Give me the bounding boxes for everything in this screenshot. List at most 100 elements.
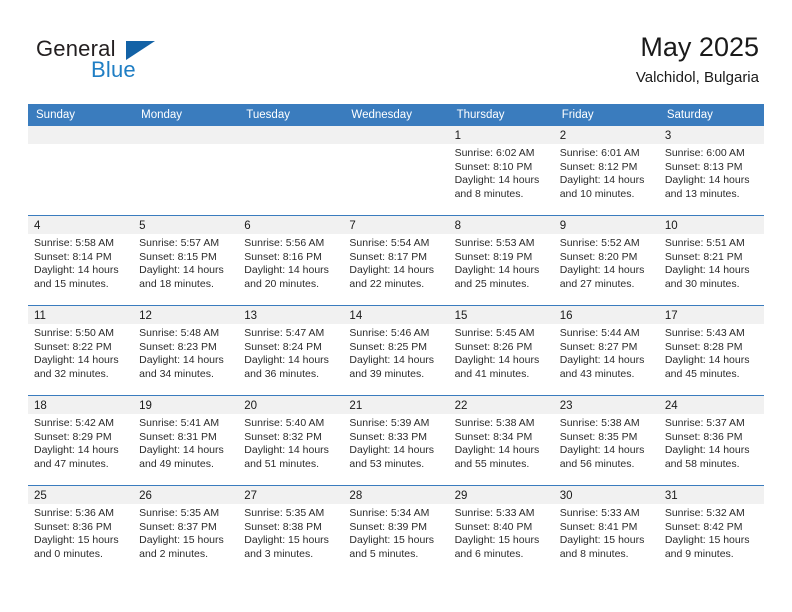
day-number: 3 xyxy=(664,130,672,142)
day-number: 19 xyxy=(139,400,152,412)
day-cell[interactable]: 13 Sunrise: 5:47 AM Sunset: 8:24 PM Dayligh… xyxy=(238,306,344,395)
day-cell[interactable]: 16 Sunrise: 5:44 AM Sunset: 8:27 PM Dayligh… xyxy=(553,306,659,395)
day-number-band: 5 xyxy=(133,216,239,234)
day-cell[interactable]: 20 Sunrise: 5:40 AM Sunset: 8:32 PM Dayligh… xyxy=(238,396,344,485)
day-details: Sunrise: 5:40 AM Sunset: 8:32 PM Daylight:… xyxy=(238,414,343,471)
day-cell[interactable]: 15 Sunrise: 5:45 AM Sunset: 8:26 PM Dayligh… xyxy=(448,306,554,395)
daylight-line: Daylight: 14 hours xyxy=(349,264,435,277)
sunrise-line: Sunrise: 5:35 AM xyxy=(244,507,325,519)
daylight-line: Daylight: 14 hours xyxy=(664,354,750,367)
day-cell[interactable]: 9 Sunrise: 5:52 AM Sunset: 8:20 PM Daylight… xyxy=(553,216,659,305)
daylight-line: Daylight: 14 hours xyxy=(34,354,119,367)
day-details: Sunrise: 5:53 AM Sunset: 8:19 PM Daylight:… xyxy=(449,234,554,291)
day-number: 30 xyxy=(559,490,573,502)
day-details: Sunrise: 5:57 AM Sunset: 8:15 PM Daylight:… xyxy=(133,234,238,291)
daylight-line-cont: and 51 minutes. xyxy=(244,457,319,470)
day-cell-empty xyxy=(238,126,344,215)
day-number: 15 xyxy=(454,310,468,322)
day-details: Sunrise: 5:36 AM Sunset: 8:36 PM Daylight:… xyxy=(28,504,133,561)
daylight-line: Daylight: 14 hours xyxy=(244,264,329,277)
daylight-line-cont: and 41 minutes. xyxy=(454,367,530,380)
day-cell[interactable]: 29 Sunrise: 5:33 AM Sunset: 8:40 PM Dayligh… xyxy=(448,486,554,575)
daylight-line: Daylight: 14 hours xyxy=(139,444,224,457)
daylight-line: Daylight: 14 hours xyxy=(349,354,435,367)
sunrise-line: Sunrise: 5:43 AM xyxy=(664,327,745,339)
sunrise-line: Sunrise: 5:45 AM xyxy=(454,327,535,339)
day-number-band: 22 xyxy=(448,396,554,414)
day-cell[interactable]: 22 Sunrise: 5:38 AM Sunset: 8:34 PM Dayligh… xyxy=(448,396,554,485)
sunset-line: Sunset: 8:36 PM xyxy=(664,430,743,443)
general-blue-logo[interactable]: General Blue xyxy=(36,36,216,90)
calendar-weeks: 1 Sunrise: 6:02 AM Sunset: 8:10 PM Daylight… xyxy=(28,126,764,575)
daylight-line: Daylight: 15 hours xyxy=(34,534,119,547)
sunset-line: Sunset: 8:29 PM xyxy=(34,430,112,443)
day-cell[interactable]: 2 Sunrise: 6:01 AM Sunset: 8:12 PM Daylight… xyxy=(553,126,659,215)
daylight-line-cont: and 2 minutes. xyxy=(139,547,209,560)
day-cell[interactable]: 8 Sunrise: 5:53 AM Sunset: 8:19 PM Daylight… xyxy=(448,216,554,305)
day-number: 7 xyxy=(349,220,356,232)
sunset-line: Sunset: 8:14 PM xyxy=(34,250,112,263)
day-cell[interactable]: 27 Sunrise: 5:35 AM Sunset: 8:38 PM Dayligh… xyxy=(238,486,344,575)
day-details xyxy=(238,144,343,147)
day-cell[interactable]: 25 Sunrise: 5:36 AM Sunset: 8:36 PM Dayligh… xyxy=(28,486,134,575)
day-number-band: 1 xyxy=(448,126,554,144)
page-header: General Blue May 2025 Valchidol, Bulgari… xyxy=(0,0,792,100)
sunset-line: Sunset: 8:28 PM xyxy=(664,340,743,353)
day-cell[interactable]: 7 Sunrise: 5:54 AM Sunset: 8:17 PM Daylight… xyxy=(343,216,449,305)
day-cell[interactable]: 14 Sunrise: 5:46 AM Sunset: 8:25 PM Dayligh… xyxy=(343,306,449,395)
day-details xyxy=(28,144,133,147)
daylight-line: Daylight: 14 hours xyxy=(139,264,224,277)
day-cell[interactable]: 26 Sunrise: 5:35 AM Sunset: 8:37 PM Dayligh… xyxy=(133,486,239,575)
day-details: Sunrise: 5:58 AM Sunset: 8:14 PM Daylight:… xyxy=(28,234,133,291)
day-cell[interactable]: 24 Sunrise: 5:37 AM Sunset: 8:36 PM Dayligh… xyxy=(658,396,764,485)
daylight-line-cont: and 20 minutes. xyxy=(244,277,319,290)
day-details: Sunrise: 6:00 AM Sunset: 8:13 PM Daylight:… xyxy=(659,144,764,201)
sunset-line: Sunset: 8:10 PM xyxy=(454,160,533,173)
daylight-line-cont: and 8 minutes. xyxy=(559,547,629,560)
day-cell[interactable]: 21 Sunrise: 5:39 AM Sunset: 8:33 PM Dayligh… xyxy=(343,396,449,485)
day-cell[interactable]: 18 Sunrise: 5:42 AM Sunset: 8:29 PM Dayligh… xyxy=(28,396,134,485)
day-cell[interactable]: 3 Sunrise: 6:00 AM Sunset: 8:13 PM Daylight… xyxy=(658,126,764,215)
day-number: 31 xyxy=(664,490,678,502)
weekday-header-tuesday: Tuesday xyxy=(246,109,290,121)
day-details: Sunrise: 5:35 AM Sunset: 8:37 PM Daylight:… xyxy=(133,504,238,561)
day-cell[interactable]: 11 Sunrise: 5:50 AM Sunset: 8:22 PM Dayligh… xyxy=(28,306,134,395)
page-title: May 2025 xyxy=(640,32,759,62)
day-number: 9 xyxy=(559,220,567,232)
daylight-line: Daylight: 14 hours xyxy=(559,264,645,277)
day-cell[interactable]: 4 Sunrise: 5:58 AM Sunset: 8:14 PM Daylight… xyxy=(28,216,134,305)
weekday-header-saturday: Saturday xyxy=(666,109,713,121)
sunrise-line: Sunrise: 5:32 AM xyxy=(664,507,745,519)
sunrise-line: Sunrise: 5:56 AM xyxy=(244,237,325,249)
day-number: 18 xyxy=(34,400,47,412)
day-cell[interactable]: 1 Sunrise: 6:02 AM Sunset: 8:10 PM Daylight… xyxy=(448,126,554,215)
day-number: 27 xyxy=(244,490,258,502)
day-details xyxy=(133,144,238,147)
day-cell[interactable]: 19 Sunrise: 5:41 AM Sunset: 8:31 PM Dayligh… xyxy=(133,396,239,485)
day-cell[interactable]: 17 Sunrise: 5:43 AM Sunset: 8:28 PM Dayligh… xyxy=(658,306,764,395)
day-cell[interactable]: 30 Sunrise: 5:33 AM Sunset: 8:41 PM Dayligh… xyxy=(553,486,659,575)
day-number: 1 xyxy=(454,130,461,142)
sunrise-line: Sunrise: 5:46 AM xyxy=(349,327,430,339)
day-number-band: 26 xyxy=(133,486,239,504)
day-cell[interactable]: 23 Sunrise: 5:38 AM Sunset: 8:35 PM Dayligh… xyxy=(553,396,659,485)
day-cell[interactable]: 31 Sunrise: 5:32 AM Sunset: 8:42 PM Dayligh… xyxy=(658,486,764,575)
daylight-line: Daylight: 15 hours xyxy=(454,534,540,547)
sunset-line: Sunset: 8:42 PM xyxy=(664,520,743,533)
daylight-line: Daylight: 15 hours xyxy=(139,534,224,547)
sunrise-line: Sunrise: 5:42 AM xyxy=(34,417,114,429)
daylight-line: Daylight: 14 hours xyxy=(664,264,750,277)
day-cell[interactable]: 28 Sunrise: 5:34 AM Sunset: 8:39 PM Dayligh… xyxy=(343,486,449,575)
day-number: 17 xyxy=(664,310,678,322)
sunrise-line: Sunrise: 5:33 AM xyxy=(454,507,535,519)
day-number: 28 xyxy=(349,490,363,502)
daylight-line: Daylight: 15 hours xyxy=(664,534,750,547)
sunrise-line: Sunrise: 5:51 AM xyxy=(664,237,745,249)
day-cell[interactable]: 5 Sunrise: 5:57 AM Sunset: 8:15 PM Daylight… xyxy=(133,216,239,305)
day-details: Sunrise: 5:47 AM Sunset: 8:24 PM Daylight:… xyxy=(238,324,343,381)
daylight-line: Daylight: 14 hours xyxy=(664,444,750,457)
sunset-line: Sunset: 8:13 PM xyxy=(664,160,743,173)
day-cell[interactable]: 12 Sunrise: 5:48 AM Sunset: 8:23 PM Dayligh… xyxy=(133,306,239,395)
day-cell[interactable]: 10 Sunrise: 5:51 AM Sunset: 8:21 PM Dayligh… xyxy=(658,216,764,305)
day-cell[interactable]: 6 Sunrise: 5:56 AM Sunset: 8:16 PM Daylight… xyxy=(238,216,344,305)
